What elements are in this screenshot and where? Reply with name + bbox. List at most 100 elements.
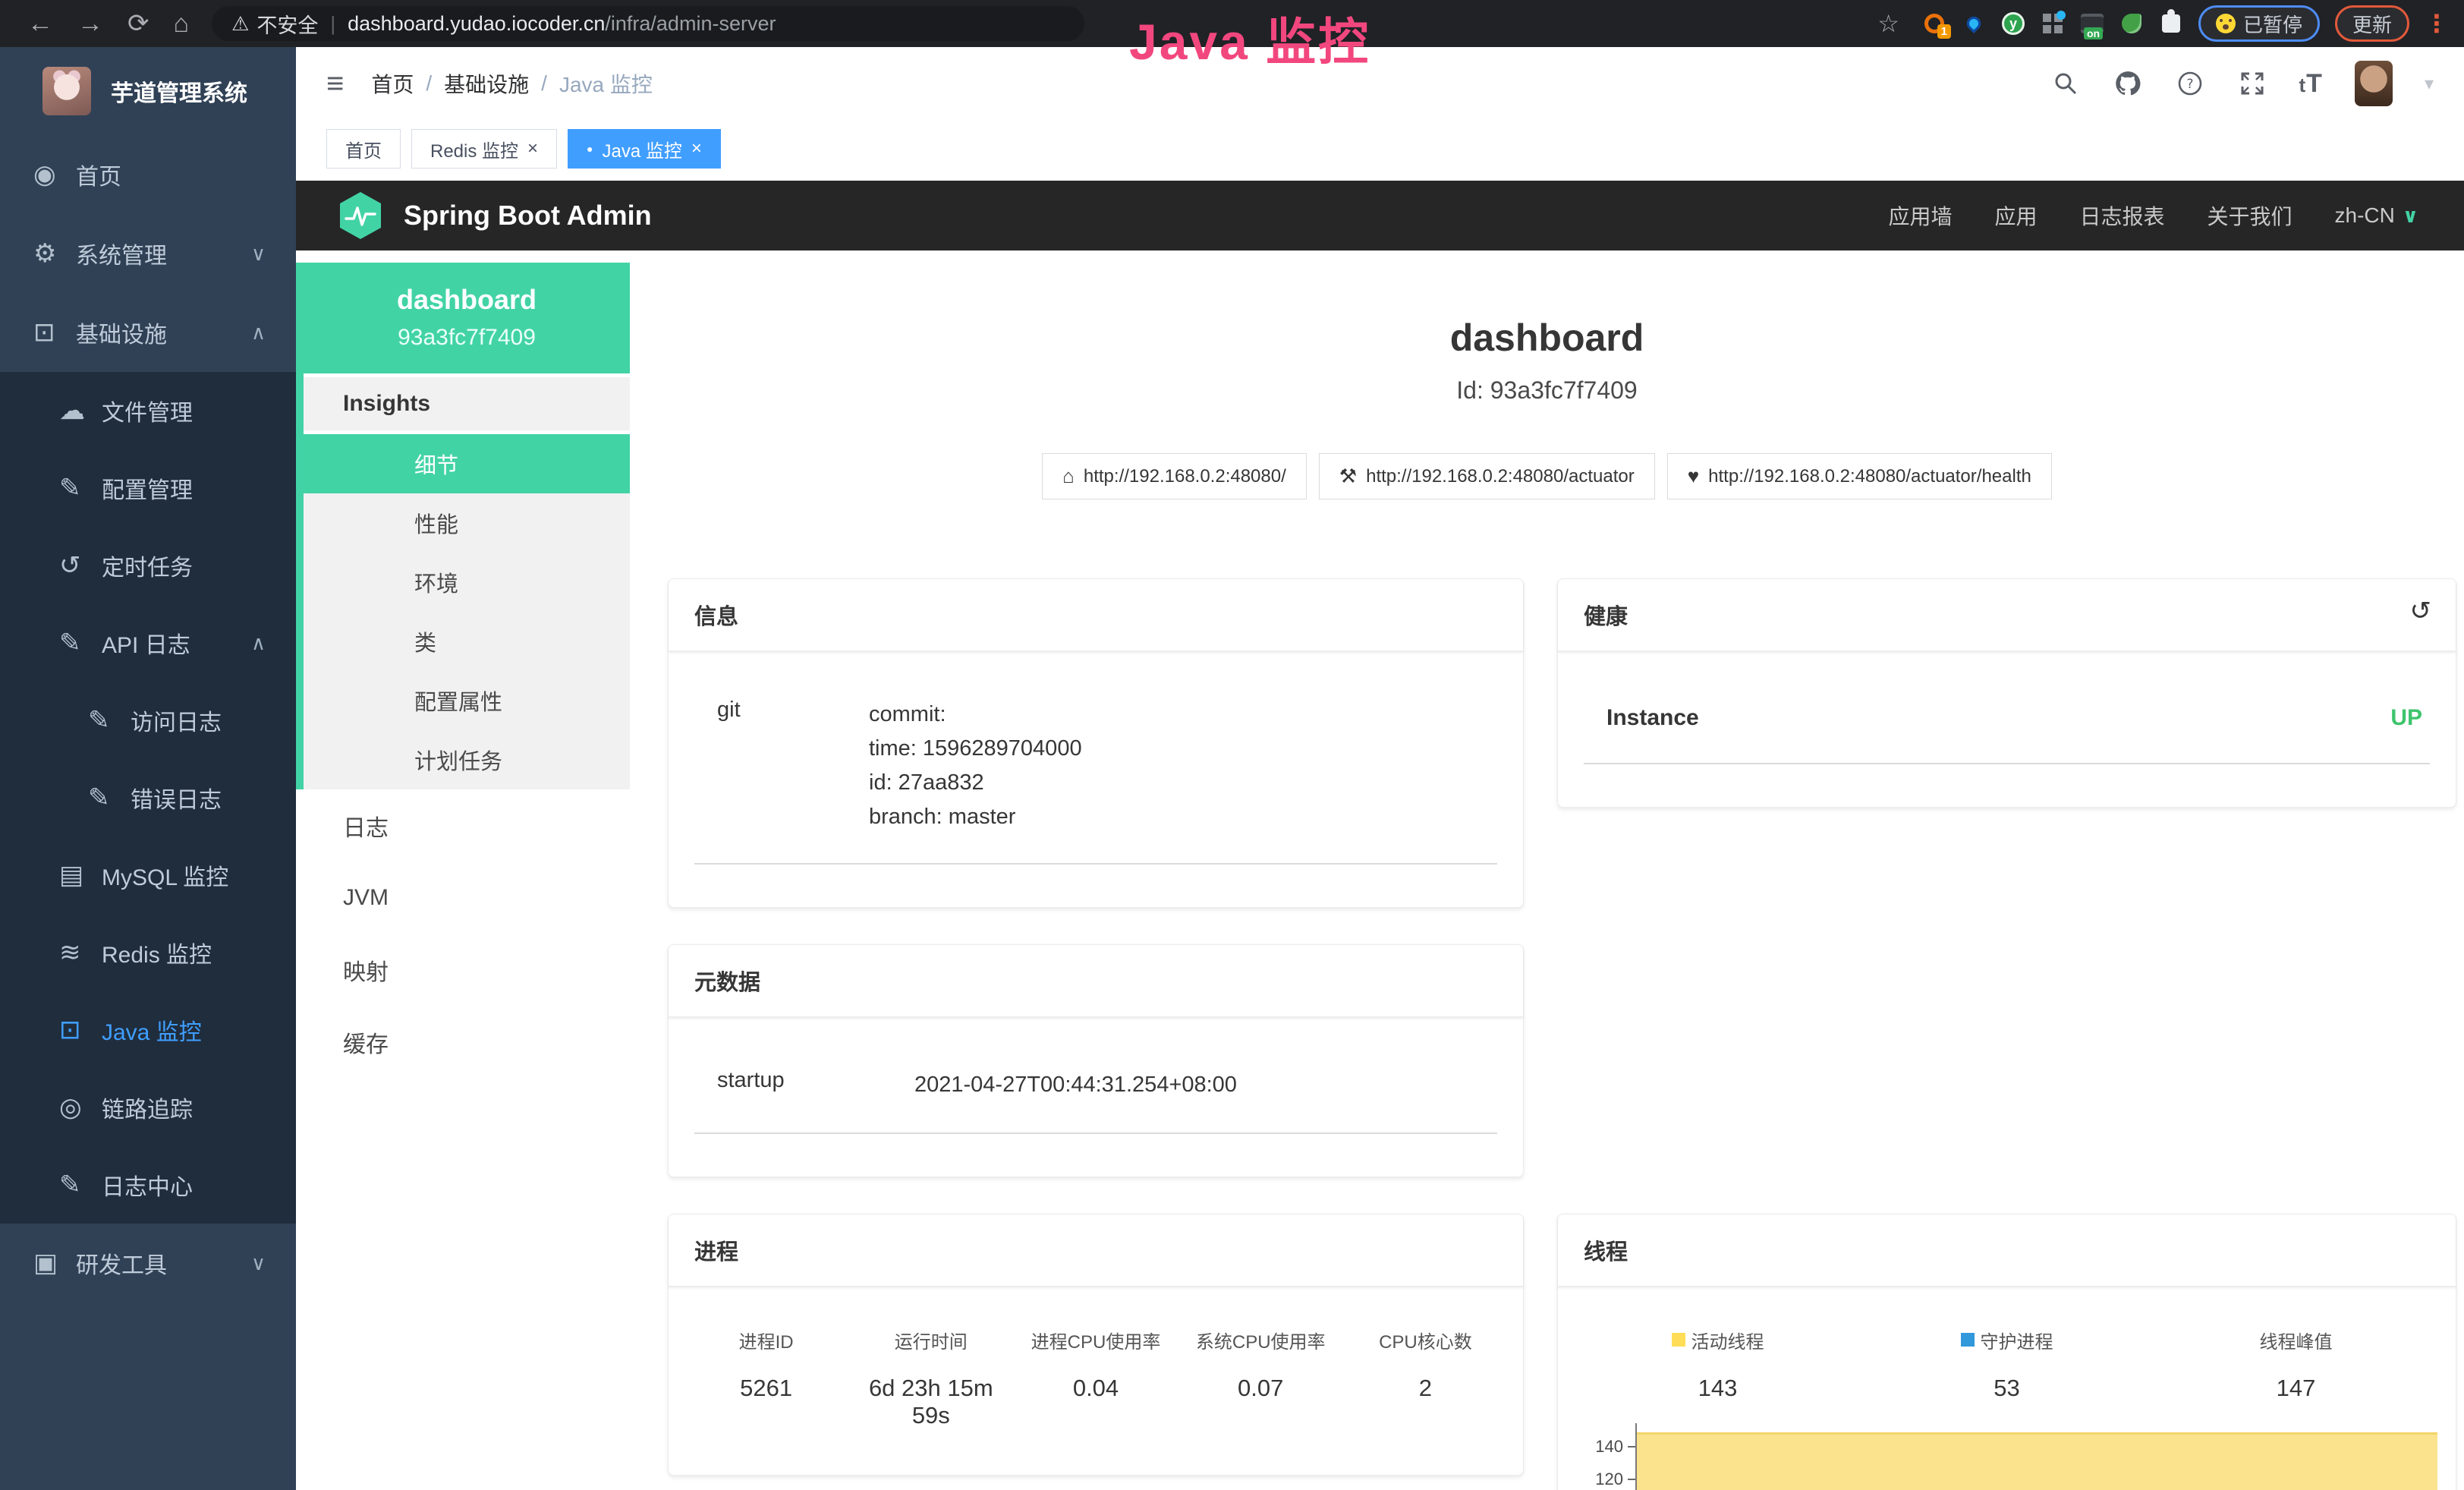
sba-nav-about[interactable]: 关于我们: [2208, 200, 2292, 231]
browser-reload-icon[interactable]: ⟳: [127, 8, 149, 39]
search-icon[interactable]: [2050, 68, 2081, 99]
browser-menu-icon[interactable]: ⋮: [2425, 9, 2449, 38]
user-avatar[interactable]: [2355, 61, 2393, 106]
info-card: 信息 git commit: time: 1596289704000 id: 2…: [668, 578, 1524, 908]
sidebar-item-log-center[interactable]: ✎ 日志中心: [0, 1146, 296, 1224]
sba-item-caches[interactable]: 缓存: [296, 1006, 630, 1078]
bookmark-star-icon[interactable]: ☆: [1877, 9, 1899, 38]
url-path: /infra/admin-server: [605, 12, 776, 36]
sba-nav-applications[interactable]: 应用: [1994, 200, 2037, 231]
grid-extension-icon[interactable]: [2041, 11, 2065, 36]
sidebar-item-dev-tools[interactable]: ▣ 研发工具 ∨: [0, 1224, 296, 1303]
breadcrumb-home[interactable]: 首页: [371, 68, 414, 99]
breadcrumb-current: Java 监控: [559, 68, 653, 99]
info-key: git: [694, 698, 869, 834]
browser-forward-icon[interactable]: →: [77, 9, 103, 39]
tab-home[interactable]: 首页: [326, 129, 401, 169]
address-bar[interactable]: ⚠ 不安全 | dashboard.yudao.iocoder.cn /infr…: [212, 6, 1084, 41]
sba-item-details[interactable]: 细节: [304, 434, 630, 493]
font-size-icon[interactable]: tT: [2299, 69, 2323, 99]
sba-item-environment[interactable]: 环境: [304, 553, 630, 612]
actuator-url-link[interactable]: ⚒ http://192.168.0.2:48080/actuator: [1319, 453, 1655, 499]
avatar-caret-icon[interactable]: ▾: [2425, 73, 2434, 95]
sidebar-item-tracing[interactable]: ◎ 链路追踪: [0, 1069, 296, 1146]
sba-item-config-props[interactable]: 配置属性: [304, 671, 630, 730]
sidebar-item-mysql-monitor[interactable]: ▤ MySQL 监控: [0, 836, 296, 914]
sba-app-block[interactable]: dashboard 93a3fc7f7409: [304, 263, 630, 373]
sba-item-classes[interactable]: 类: [304, 612, 630, 671]
sidebar-item-redis-monitor[interactable]: ≋ Redis 监控: [0, 914, 296, 991]
stat-value: 143: [1573, 1375, 1862, 1402]
history-icon[interactable]: ↺: [2410, 596, 2432, 626]
puzzle-extensions-icon[interactable]: [2159, 11, 2183, 36]
tab-redis-monitor[interactable]: Redis 监控 ×: [411, 129, 557, 169]
admin-topbar: ≡ 首页 / 基础设施 / Java 监控 ?: [296, 47, 2464, 120]
app-logo-row[interactable]: 芋道管理系统: [0, 47, 296, 135]
sidebar-item-api-log[interactable]: ✎ API 日志 ∧: [0, 604, 296, 682]
sba-item-logs[interactable]: 日志: [296, 789, 630, 862]
sidebar-item-file-manage[interactable]: ☁ 文件管理: [0, 372, 296, 449]
edit-icon: ✎: [59, 473, 102, 503]
link-label: http://192.168.0.2:48080/actuator: [1366, 466, 1635, 487]
sidebar-item-label: 访问日志: [131, 704, 222, 737]
y-extension-icon[interactable]: y: [2001, 11, 2025, 36]
sidebar-item-label: MySQL 监控: [102, 858, 228, 892]
sidebar-item-access-log[interactable]: ✎ 访问日志: [0, 682, 296, 759]
daemon-threads: 守护进程 53: [1862, 1327, 2151, 1402]
tab-label: Redis 监控: [430, 136, 518, 162]
process-pid: 进程ID 5261: [684, 1327, 848, 1429]
stat-value: 0.04: [1013, 1375, 1178, 1402]
close-icon[interactable]: ×: [691, 138, 702, 159]
browser-home-icon[interactable]: ⌂: [174, 9, 190, 39]
home-icon: ⌂: [1062, 465, 1075, 488]
sidebar-item-home[interactable]: ◉ 首页: [0, 135, 296, 214]
metadata-value: 2021-04-27T00:44:31.254+08:00: [914, 1068, 1497, 1102]
profile-paused-chip[interactable]: 已暂停: [2198, 5, 2320, 42]
sidebar-item-system[interactable]: ⚙ 系统管理 ∨: [0, 214, 296, 293]
update-button[interactable]: 更新: [2335, 5, 2409, 42]
sba-item-scheduled-tasks[interactable]: 计划任务: [304, 730, 630, 789]
pin-extension-icon[interactable]: [1962, 11, 1986, 36]
leaf-extension-icon[interactable]: [2119, 11, 2144, 36]
edit-square-icon: ✎: [88, 705, 131, 736]
edit-square-icon: ✎: [59, 628, 102, 658]
sba-item-jvm[interactable]: JVM: [296, 862, 630, 934]
history-icon: ↺: [59, 550, 102, 581]
sidebar-item-error-log[interactable]: ✎ 错误日志: [0, 759, 296, 836]
update-label: 更新: [2352, 10, 2392, 38]
fullscreen-icon[interactable]: [2237, 68, 2267, 99]
sba-nav-wallboard[interactable]: 应用墙: [1888, 200, 1952, 231]
close-icon[interactable]: ×: [527, 138, 538, 159]
help-icon[interactable]: ?: [2175, 68, 2205, 99]
url-divider: |: [330, 12, 335, 36]
sba-item-metrics[interactable]: 性能: [304, 493, 630, 553]
main-area: ≡ 首页 / 基础设施 / Java 监控 ?: [296, 47, 2464, 1490]
sidebar-item-java-monitor[interactable]: ⊡ Java 监控: [0, 991, 296, 1069]
sidebar-item-config-manage[interactable]: ✎ 配置管理: [0, 449, 296, 527]
sidebar-item-label: 日志中心: [102, 1168, 193, 1202]
sba-language-select[interactable]: zh-CN ∨: [2335, 203, 2418, 228]
github-icon[interactable]: [2113, 68, 2143, 99]
health-instance-label: Instance: [1584, 705, 1699, 731]
extension-icon[interactable]: 1: [1922, 11, 1946, 36]
sba-item-mappings[interactable]: 映射: [296, 934, 630, 1006]
sidebar-item-infra[interactable]: ⊡ 基础设施 ∧: [0, 293, 296, 372]
breadcrumb-infra[interactable]: 基础设施: [444, 68, 529, 99]
sba-nav-journal[interactable]: 日志报表: [2080, 200, 2165, 231]
sidebar-item-scheduled-jobs[interactable]: ↺ 定时任务: [0, 527, 296, 604]
info-value: commit: time: 1596289704000 id: 27aa832 …: [869, 698, 1497, 834]
sba-app-name: dashboard: [311, 284, 622, 316]
health-card-title: 健康: [1584, 605, 1628, 629]
switch-extension-icon[interactable]: on: [2080, 11, 2104, 36]
sba-brand-title[interactable]: Spring Boot Admin: [404, 200, 652, 232]
hamburger-icon[interactable]: ≡: [326, 67, 344, 101]
tab-java-monitor[interactable]: ● Java 监控 ×: [568, 129, 721, 169]
process-card: 进程 进程ID 5261 运行时间 6d 23h 15m 59s: [668, 1214, 1524, 1476]
service-url-link[interactable]: ⌂ http://192.168.0.2:48080/: [1042, 453, 1307, 499]
active-dot-icon: ●: [587, 143, 593, 155]
gear-icon: ⚙: [33, 238, 76, 269]
health-url-link[interactable]: ♥ http://192.168.0.2:48080/actuator/heal…: [1667, 453, 2052, 499]
browser-back-icon[interactable]: ←: [27, 9, 53, 39]
layers-icon: ≋: [59, 937, 102, 968]
metadata-key: startup: [694, 1068, 914, 1102]
